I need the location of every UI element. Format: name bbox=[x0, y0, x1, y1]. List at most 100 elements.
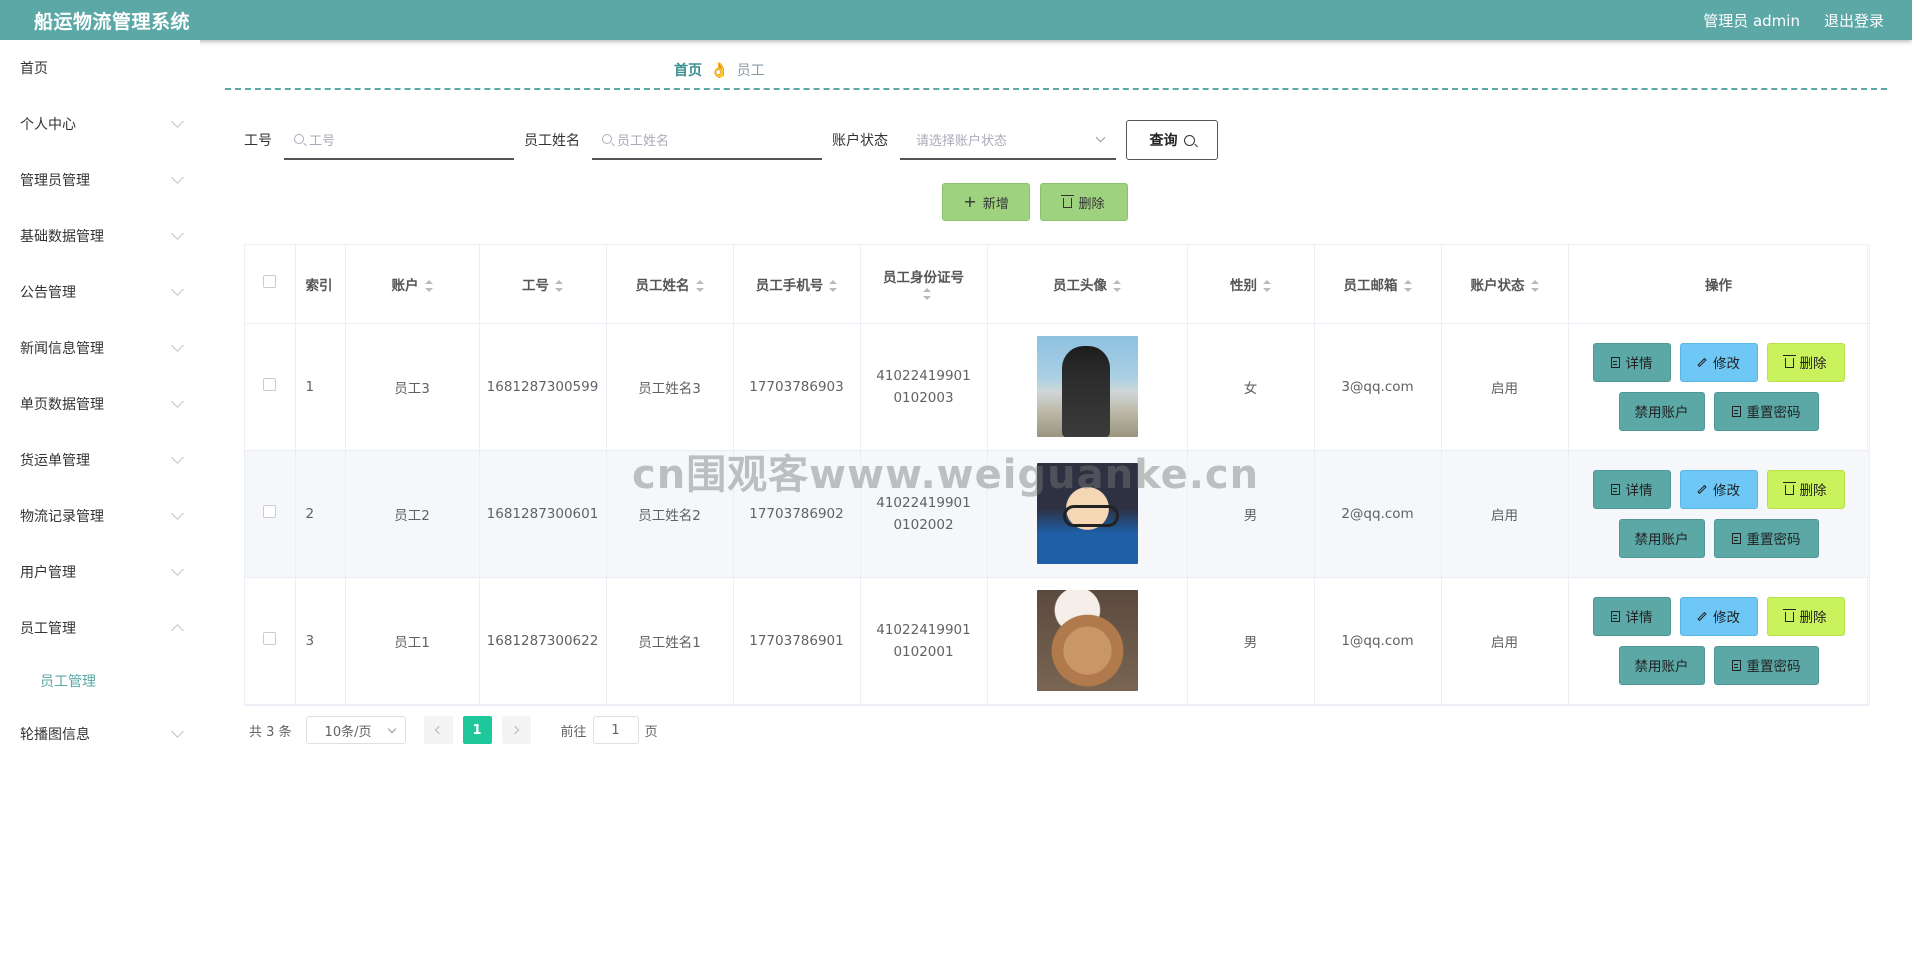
col-id-card[interactable]: 员工身份证号 bbox=[860, 245, 988, 324]
status-select[interactable]: 请选择账户状态 bbox=[900, 120, 1116, 160]
cell-gender: 男 bbox=[1187, 577, 1315, 705]
page-size-select[interactable]: 10条/页 bbox=[305, 716, 406, 744]
edit-button[interactable]: 修改 bbox=[1679, 469, 1758, 509]
col-id-card-label: 员工身份证号 bbox=[883, 269, 964, 286]
sidebar-subitem-staff[interactable]: 员工管理 bbox=[0, 656, 200, 706]
sidebar-item-carousel[interactable]: 轮播图信息 bbox=[0, 706, 200, 762]
edit-button[interactable]: 修改 bbox=[1679, 596, 1758, 636]
delete-button[interactable]: 删除 bbox=[1766, 469, 1845, 509]
avatar-image[interactable] bbox=[1036, 463, 1138, 564]
next-page-button[interactable] bbox=[501, 716, 531, 744]
detail-button[interactable]: 详情 bbox=[1592, 596, 1671, 636]
col-account-label: 账户 bbox=[391, 277, 419, 294]
add-button[interactable]: + 新增 bbox=[942, 183, 1030, 221]
sidebar-item-admin[interactable]: 管理员管理 bbox=[0, 152, 200, 208]
edit-icon bbox=[1697, 357, 1707, 367]
cell-ops: 详情 修改 删除 禁用账户 重置密码 bbox=[1568, 577, 1870, 705]
col-gender[interactable]: 性别 bbox=[1187, 245, 1315, 324]
sidebar-item-single-page[interactable]: 单页数据管理 bbox=[0, 376, 200, 432]
staff-name-placeholder: 员工姓名 bbox=[617, 133, 670, 149]
row-checkbox[interactable] bbox=[263, 632, 277, 645]
chevron-down-icon bbox=[171, 394, 184, 408]
trash-icon bbox=[1061, 195, 1075, 208]
batch-delete-button[interactable]: 删除 bbox=[1040, 183, 1128, 221]
search-bar: 工号 工号 员工姓名 员工姓名 账户状态 请选择账户状态 查询 bbox=[244, 120, 1218, 160]
sidebar-item-label: 用户管理 bbox=[20, 565, 76, 581]
cell-gender: 男 bbox=[1187, 450, 1315, 578]
sidebar-item-profile[interactable]: 个人中心 bbox=[0, 96, 200, 152]
sidebar-item-staff[interactable]: 员工管理 bbox=[0, 600, 200, 656]
col-avatar-label: 员工头像 bbox=[1053, 277, 1107, 294]
detail-button[interactable]: 详情 bbox=[1592, 342, 1671, 382]
detail-label: 详情 bbox=[1625, 610, 1653, 626]
delete-button[interactable]: 删除 bbox=[1766, 596, 1845, 636]
sort-icon[interactable] bbox=[424, 279, 433, 292]
reset-password-button[interactable]: 重置密码 bbox=[1713, 518, 1819, 558]
row-checkbox[interactable] bbox=[263, 378, 277, 391]
cell-ops: 详情 修改 删除 禁用账户 重置密码 bbox=[1568, 450, 1870, 578]
cell-staff-no: 1681287300599 bbox=[479, 323, 607, 451]
breadcrumb-home[interactable]: 首页 bbox=[674, 60, 702, 80]
sidebar-item-users[interactable]: 用户管理 bbox=[0, 544, 200, 600]
sidebar-item-label: 员工管理 bbox=[20, 621, 76, 637]
delete-button[interactable]: 删除 bbox=[1766, 342, 1845, 382]
document-icon bbox=[1731, 659, 1741, 671]
ok-hand-icon: 👌 bbox=[710, 61, 729, 79]
col-status[interactable]: 账户状态 bbox=[1441, 245, 1569, 324]
reset-password-button[interactable]: 重置密码 bbox=[1713, 645, 1819, 685]
sort-icon[interactable] bbox=[922, 287, 931, 300]
chevron-down-icon bbox=[171, 450, 184, 464]
staff-no-label: 工号 bbox=[244, 133, 272, 149]
staff-name-input[interactable]: 员工姓名 bbox=[592, 120, 822, 160]
select-all-checkbox[interactable] bbox=[263, 275, 277, 289]
chevron-down-icon bbox=[1095, 132, 1106, 142]
col-phone-label: 员工手机号 bbox=[755, 277, 824, 294]
sort-icon[interactable] bbox=[829, 279, 838, 292]
cell-gender: 女 bbox=[1187, 323, 1315, 451]
query-button[interactable]: 查询 bbox=[1126, 120, 1218, 160]
sort-icon[interactable] bbox=[555, 279, 563, 292]
col-avatar[interactable]: 员工头像 bbox=[987, 245, 1188, 324]
detail-button[interactable]: 详情 bbox=[1592, 469, 1671, 509]
header-actions: 管理员 admin 退出登录 bbox=[1703, 10, 1884, 31]
breadcrumb-current: 员工 bbox=[736, 63, 765, 79]
disable-account-button[interactable]: 禁用账户 bbox=[1618, 645, 1705, 685]
edit-button[interactable]: 修改 bbox=[1679, 342, 1758, 382]
current-user[interactable]: 管理员 admin bbox=[1703, 10, 1800, 31]
cell-phone: 17703786901 bbox=[733, 577, 861, 705]
avatar-image[interactable] bbox=[1036, 590, 1138, 691]
col-email[interactable]: 员工邮箱 bbox=[1314, 245, 1442, 324]
goto-page-input[interactable]: 1 bbox=[592, 716, 639, 744]
col-staff-name[interactable]: 员工姓名 bbox=[606, 245, 734, 324]
col-account[interactable]: 账户 bbox=[345, 245, 480, 324]
breadcrumb: 首页 👌 员工 bbox=[674, 60, 765, 80]
prev-page-button[interactable] bbox=[423, 716, 453, 744]
col-phone[interactable]: 员工手机号 bbox=[733, 245, 861, 324]
sort-icon[interactable] bbox=[1113, 279, 1121, 292]
cell-index: 3 bbox=[295, 577, 346, 705]
row-actions-top: 详情 修改 删除 bbox=[1592, 469, 1845, 509]
logout-link[interactable]: 退出登录 bbox=[1824, 10, 1884, 31]
disable-account-button[interactable]: 禁用账户 bbox=[1618, 518, 1705, 558]
reset-password-button[interactable]: 重置密码 bbox=[1713, 391, 1819, 431]
cell-status: 启用 bbox=[1441, 323, 1569, 451]
plus-icon: + bbox=[963, 192, 977, 211]
row-actions: 详情 修改 删除 禁用账户 重置密码 bbox=[1569, 469, 1869, 558]
sidebar-item-logistics[interactable]: 物流记录管理 bbox=[0, 488, 200, 544]
sort-icon[interactable] bbox=[695, 279, 704, 292]
page-number-active[interactable]: 1 bbox=[462, 716, 492, 744]
sidebar-item-waybill[interactable]: 货运单管理 bbox=[0, 432, 200, 488]
row-checkbox[interactable] bbox=[263, 505, 277, 518]
sidebar-item-news[interactable]: 新闻信息管理 bbox=[0, 320, 200, 376]
disable-account-button[interactable]: 禁用账户 bbox=[1618, 391, 1705, 431]
sort-icon[interactable] bbox=[1530, 279, 1539, 292]
sidebar-item-notice[interactable]: 公告管理 bbox=[0, 264, 200, 320]
sort-icon[interactable] bbox=[1403, 279, 1412, 292]
reset-label: 重置密码 bbox=[1746, 659, 1801, 675]
sort-icon[interactable] bbox=[1263, 279, 1271, 292]
sidebar-item-home[interactable]: 首页 bbox=[0, 40, 200, 96]
col-staff-no[interactable]: 工号 bbox=[479, 245, 607, 324]
avatar-image[interactable] bbox=[1036, 336, 1138, 437]
sidebar-item-basic-data[interactable]: 基础数据管理 bbox=[0, 208, 200, 264]
staff-no-input[interactable]: 工号 bbox=[284, 120, 514, 160]
